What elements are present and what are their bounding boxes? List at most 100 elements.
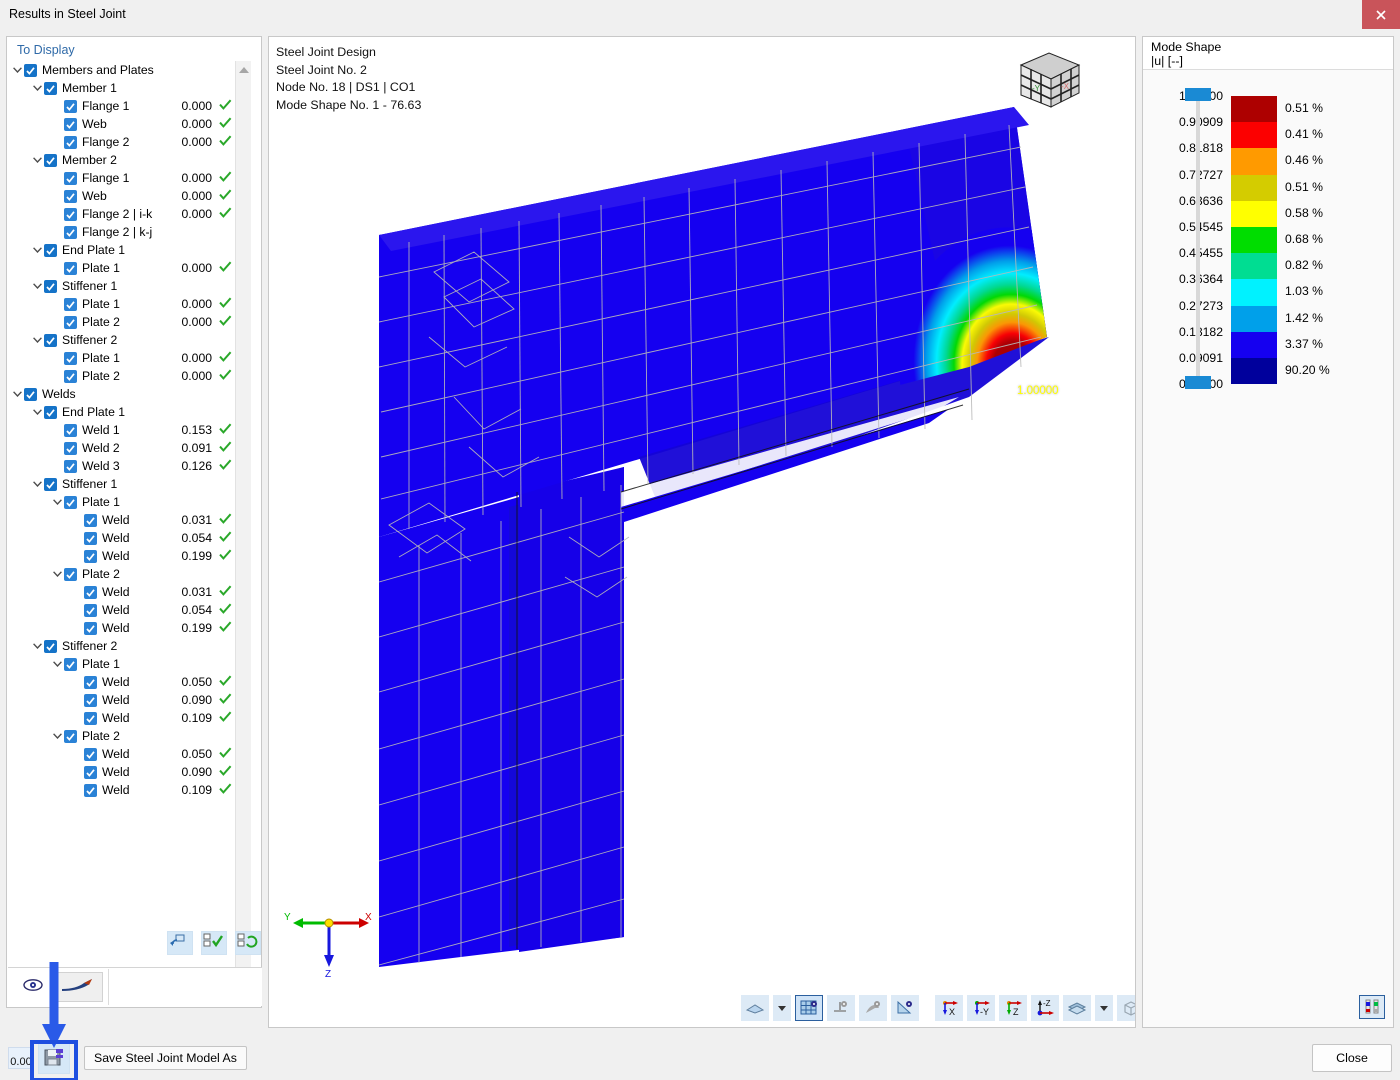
tree-item-checkbox[interactable] bbox=[44, 334, 57, 347]
tree-item-member-1[interactable]: Member 1 bbox=[8, 79, 246, 97]
tree-item-checkbox[interactable] bbox=[84, 784, 97, 797]
tree-item-flange-1[interactable]: Flange 1 0.000 bbox=[8, 169, 246, 187]
tree-item-checkbox[interactable] bbox=[64, 442, 77, 455]
tree-item-end-plate-1[interactable]: End Plate 1 bbox=[8, 403, 246, 421]
tree-item-checkbox[interactable] bbox=[64, 226, 77, 239]
chevron-down-icon[interactable] bbox=[50, 655, 64, 673]
legend-settings-icon[interactable] bbox=[1359, 995, 1385, 1019]
close-icon[interactable] bbox=[1362, 0, 1400, 29]
check-all-icon[interactable] bbox=[201, 931, 227, 955]
tree-item-checkbox[interactable] bbox=[64, 352, 77, 365]
chevron-down-icon[interactable] bbox=[50, 493, 64, 511]
tree-item-checkbox[interactable] bbox=[84, 676, 97, 689]
scroll-up-icon[interactable] bbox=[239, 67, 249, 73]
tree-scrollbar[interactable] bbox=[235, 61, 251, 985]
tree-item-flange-2-i-k[interactable]: Flange 2 | i-k 0.000 bbox=[8, 205, 246, 223]
tree-item-checkbox[interactable] bbox=[64, 190, 77, 203]
navigation-cube-icon[interactable]: -Y -X bbox=[1015, 49, 1085, 111]
tree-item-checkbox[interactable] bbox=[64, 118, 77, 131]
tree-item-checkbox[interactable] bbox=[84, 604, 97, 617]
tree-item-weld[interactable]: Weld 0.054 bbox=[8, 529, 246, 547]
tree-item-checkbox[interactable] bbox=[84, 514, 97, 527]
tree-item-plate-2[interactable]: Plate 2 bbox=[8, 565, 246, 583]
tree-item-weld-3[interactable]: Weld 3 0.126 bbox=[8, 457, 246, 475]
tree-item-checkbox[interactable] bbox=[64, 496, 77, 509]
tree-item-checkbox[interactable] bbox=[84, 622, 97, 635]
tree-item-checkbox[interactable] bbox=[44, 280, 57, 293]
tree-item-weld[interactable]: Weld 0.054 bbox=[8, 601, 246, 619]
chevron-down-icon[interactable] bbox=[30, 277, 44, 295]
tree-item-weld[interactable]: Weld 0.199 bbox=[8, 619, 246, 637]
tree-item-checkbox[interactable] bbox=[84, 532, 97, 545]
view-minus-y-icon[interactable]: -Y bbox=[967, 995, 995, 1021]
chevron-down-icon[interactable] bbox=[30, 475, 44, 493]
tree-item-stiffener-1[interactable]: Stiffener 1 bbox=[8, 277, 246, 295]
tree-item-weld[interactable]: Weld 0.050 bbox=[8, 673, 246, 691]
tree-item-checkbox[interactable] bbox=[64, 460, 77, 473]
tree-item-stiffener-2[interactable]: Stiffener 2 bbox=[8, 331, 246, 349]
box-zoom-icon[interactable] bbox=[1117, 995, 1135, 1021]
chevron-down-icon[interactable] bbox=[30, 151, 44, 169]
save-model-icon[interactable] bbox=[38, 1042, 70, 1074]
tree-item-checkbox[interactable] bbox=[64, 658, 77, 671]
tree-item-plate-1[interactable]: Plate 1 bbox=[8, 655, 246, 673]
color-gradient-swatch-icon[interactable] bbox=[57, 972, 103, 1002]
tree-item-checkbox[interactable] bbox=[64, 172, 77, 185]
tree-item-checkbox[interactable] bbox=[44, 244, 57, 257]
tree-item-checkbox[interactable] bbox=[64, 730, 77, 743]
select-object-icon[interactable] bbox=[167, 931, 193, 955]
tree-item-checkbox[interactable] bbox=[64, 208, 77, 221]
chevron-down-icon[interactable] bbox=[10, 385, 24, 403]
save-steel-joint-model-as-button[interactable]: Save Steel Joint Model As bbox=[84, 1046, 247, 1070]
tree-item-plate-2[interactable]: Plate 2 0.000 bbox=[8, 313, 246, 331]
chevron-down-icon[interactable] bbox=[30, 241, 44, 259]
tree-item-flange-2-k-j[interactable]: Flange 2 | k-j bbox=[8, 223, 246, 241]
view-z-icon[interactable]: Z bbox=[999, 995, 1027, 1021]
tree-item-plate-1[interactable]: Plate 1 0.000 bbox=[8, 349, 246, 367]
tree-item-weld[interactable]: Weld 0.109 bbox=[8, 709, 246, 727]
invert-selection-icon[interactable] bbox=[235, 931, 261, 955]
tree-item-checkbox[interactable] bbox=[84, 766, 97, 779]
tree-item-flange-2[interactable]: Flange 2 0.000 bbox=[8, 133, 246, 151]
legend-slider-knob-top[interactable] bbox=[1185, 88, 1211, 101]
tree-item-checkbox[interactable] bbox=[64, 100, 77, 113]
3d-viewport[interactable]: Steel Joint Design Steel Joint No. 2 Nod… bbox=[268, 36, 1136, 1028]
chevron-down-icon[interactable] bbox=[50, 727, 64, 745]
tree-item-checkbox[interactable] bbox=[64, 262, 77, 275]
view-minus-z-icon[interactable]: -Z bbox=[1031, 995, 1059, 1021]
supports-display-icon[interactable] bbox=[827, 995, 855, 1021]
tree-item-web[interactable]: Web 0.000 bbox=[8, 187, 246, 205]
tree-item-checkbox[interactable] bbox=[84, 550, 97, 563]
tree-item-plate-2[interactable]: Plate 2 0.000 bbox=[8, 367, 246, 385]
tree-item-weld-2[interactable]: Weld 2 0.091 bbox=[8, 439, 246, 457]
chevron-down-icon[interactable] bbox=[50, 565, 64, 583]
chevron-down-icon[interactable] bbox=[30, 331, 44, 349]
tree-item-weld[interactable]: Weld 0.050 bbox=[8, 745, 246, 763]
tree-item-weld[interactable]: Weld 0.090 bbox=[8, 691, 246, 709]
tree-item-checkbox[interactable] bbox=[44, 154, 57, 167]
section-view-dropdown-icon[interactable] bbox=[1095, 995, 1113, 1021]
tree-item-plate-1[interactable]: Plate 1 bbox=[8, 493, 246, 511]
tree-item-weld-1[interactable]: Weld 1 0.153 bbox=[8, 421, 246, 439]
tree-item-weld[interactable]: Weld 0.031 bbox=[8, 511, 246, 529]
visibility-eye-icon[interactable] bbox=[22, 977, 44, 995]
tree-item-checkbox[interactable] bbox=[64, 316, 77, 329]
tree-item-flange-1[interactable]: Flange 1 0.000 bbox=[8, 97, 246, 115]
chevron-down-icon[interactable] bbox=[30, 79, 44, 97]
legend-slider-knob-bottom[interactable] bbox=[1185, 376, 1211, 389]
tree-item-stiffener-1[interactable]: Stiffener 1 bbox=[8, 475, 246, 493]
tree-item-checkbox[interactable] bbox=[44, 82, 57, 95]
tree-item-checkbox[interactable] bbox=[64, 370, 77, 383]
close-button[interactable]: Close bbox=[1312, 1044, 1392, 1072]
tree-item-checkbox[interactable] bbox=[84, 694, 97, 707]
numeric-value-display-icon[interactable]: 0.00 bbox=[8, 1047, 34, 1069]
tree-item-weld[interactable]: Weld 0.109 bbox=[8, 781, 246, 799]
tree-item-weld[interactable]: Weld 0.031 bbox=[8, 583, 246, 601]
tree-item-checkbox[interactable] bbox=[24, 64, 37, 77]
tree-item-checkbox[interactable] bbox=[44, 406, 57, 419]
tree-item-stiffener-2[interactable]: Stiffener 2 bbox=[8, 637, 246, 655]
tree-item-checkbox[interactable] bbox=[24, 388, 37, 401]
tree-item-members-and-plates[interactable]: Members and Plates bbox=[8, 61, 246, 79]
tree-item-checkbox[interactable] bbox=[44, 640, 57, 653]
render-mode-dropdown-icon[interactable] bbox=[773, 995, 791, 1021]
